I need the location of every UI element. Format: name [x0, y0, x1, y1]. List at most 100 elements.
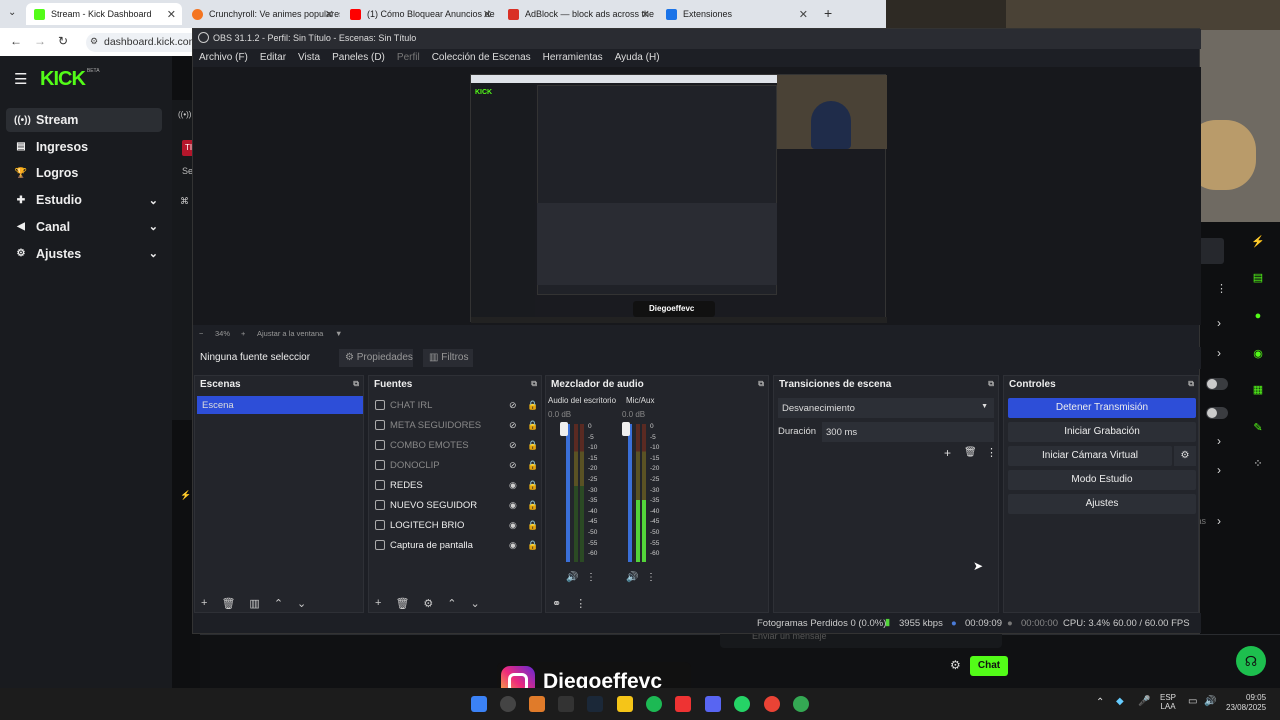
menu-item[interactable]: Editar: [260, 49, 286, 67]
whatsapp-taskbar-icon[interactable]: [734, 696, 750, 712]
close-tab-icon[interactable]: ✕: [325, 8, 334, 21]
zoom-in-button[interactable]: +: [241, 329, 245, 338]
eye-hidden-icon[interactable]: ⊘: [509, 440, 517, 451]
trash-icon[interactable]: 🗑: [221, 597, 235, 610]
gear-icon[interactable]: ⚙: [423, 597, 433, 610]
chat-settings-gear-icon[interactable]: ⚙: [950, 658, 961, 672]
obs-taskbar-icon[interactable]: [500, 696, 516, 712]
chevron-right-icon[interactable]: ›: [1217, 346, 1221, 360]
speaker-icon[interactable]: 🔊: [566, 572, 578, 583]
eye-icon[interactable]: ◉: [509, 500, 517, 511]
undock-icon[interactable]: ⧉: [758, 379, 764, 389]
volume-slider-track[interactable]: [566, 424, 570, 562]
down-arrow-icon[interactable]: ⌄: [471, 597, 480, 610]
chat-send-button[interactable]: Chat: [970, 656, 1008, 676]
chevron-down-icon[interactable]: ⌄: [149, 194, 158, 207]
chevron-right-icon[interactable]: ›: [1217, 514, 1221, 528]
up-arrow-icon[interactable]: ⌃: [447, 597, 456, 610]
source-item[interactable]: META SEGUIDORES ⊘ 🔒: [375, 416, 538, 434]
chevron-down-icon[interactable]: ⌄: [149, 247, 158, 260]
speaker-icon[interactable]: 🔊: [626, 572, 638, 583]
add-icon[interactable]: +: [944, 446, 951, 460]
tab-youtube[interactable]: (1) Cómo Bloquear Anuncios de ✕: [342, 3, 498, 25]
discord-taskbar-icon[interactable]: [705, 696, 721, 712]
sidebar-item-canal[interactable]: ◀ Canal ⌄: [6, 215, 162, 239]
tab-crunchyroll[interactable]: Crunchyroll: Ve animes populares ✕: [184, 3, 340, 25]
source-item[interactable]: REDES ◉ 🔒: [375, 476, 538, 494]
close-tab-icon[interactable]: ✕: [167, 8, 176, 21]
windows-start-icon[interactable]: [471, 696, 487, 712]
chat-bubble-icon[interactable]: ●: [1246, 305, 1270, 327]
network-icon[interactable]: ▭: [1188, 696, 1197, 707]
eye-hidden-icon[interactable]: ⊘: [509, 400, 517, 411]
duration-spinbox[interactable]: 300 ms: [822, 422, 994, 442]
folder-taskbar-icon[interactable]: [617, 696, 633, 712]
add-icon[interactable]: +: [201, 597, 207, 610]
sidebar-item-estudio[interactable]: ✚ Estudio ⌄: [6, 188, 162, 212]
kebab-menu-icon[interactable]: ⋮: [586, 572, 596, 583]
chrome-profile-taskbar-icon[interactable]: [793, 696, 809, 712]
trash-icon[interactable]: 🗑: [395, 597, 409, 610]
chevron-right-icon[interactable]: ›: [1217, 316, 1221, 330]
zoom-out-button[interactable]: −: [199, 329, 203, 338]
start-recording-button[interactable]: Iniciar Grabación: [1008, 422, 1196, 442]
undock-icon[interactable]: ⧉: [353, 379, 359, 389]
more-vertical-icon[interactable]: ⋮: [1216, 282, 1227, 295]
properties-button[interactable]: ⚙ Propiedades: [339, 349, 413, 367]
hamburger-menu-icon[interactable]: ☰: [14, 70, 27, 88]
chevron-right-icon[interactable]: ›: [1217, 463, 1221, 477]
volume-slider-track[interactable]: [628, 424, 632, 562]
chevron-down-icon[interactable]: ▼: [335, 329, 342, 338]
steam-taskbar-icon[interactable]: [587, 696, 603, 712]
back-arrow-icon[interactable]: ←: [10, 34, 22, 48]
close-tab-icon[interactable]: ✕: [641, 8, 650, 21]
reload-icon[interactable]: ↻: [58, 34, 68, 48]
document-icon[interactable]: ▤: [1246, 267, 1270, 289]
transition-select[interactable]: Desvanecimiento ▼: [778, 398, 994, 418]
scene-item[interactable]: Escena: [197, 396, 363, 414]
chevron-right-icon[interactable]: ›: [1217, 434, 1221, 448]
address-bar[interactable]: dashboard.kick.com/s: [86, 33, 200, 52]
source-item[interactable]: LOGITECH BRIO ◉ 🔒: [375, 516, 538, 534]
sidebar-item-ingresos[interactable]: ▤ Ingresos: [6, 135, 162, 159]
lock-icon[interactable]: 🔒: [527, 500, 538, 511]
app-taskbar-icon[interactable]: [675, 696, 691, 712]
tray-icon[interactable]: ◆: [1116, 696, 1124, 707]
nodes-icon[interactable]: ⁘: [1246, 453, 1270, 475]
source-item[interactable]: NUEVO SEGUIDOR ◉ 🔒: [375, 496, 538, 514]
zoom-fit-select[interactable]: Ajustar a la ventana: [257, 329, 323, 338]
layout-icon[interactable]: ▦: [1246, 379, 1270, 401]
volume-slider-handle[interactable]: [622, 422, 630, 436]
settings-button[interactable]: Ajustes: [1008, 494, 1196, 514]
forward-arrow-icon[interactable]: →: [34, 34, 46, 48]
undock-icon[interactable]: ⧉: [531, 379, 537, 389]
sidebar-item-logros[interactable]: 🏆 Logros: [6, 161, 162, 185]
add-icon[interactable]: +: [375, 597, 381, 610]
virtual-camera-settings-gear-icon[interactable]: ⚙: [1174, 446, 1196, 466]
lock-icon[interactable]: 🔒: [527, 480, 538, 491]
chevron-up-icon[interactable]: ⌃: [1096, 697, 1104, 708]
menu-item[interactable]: Perfil: [397, 49, 420, 67]
undock-icon[interactable]: ⧉: [1188, 379, 1194, 389]
kick-logo[interactable]: KICK BETA: [40, 68, 100, 91]
eye-hidden-icon[interactable]: ⊘: [509, 420, 517, 431]
undock-icon[interactable]: ⧉: [988, 379, 994, 389]
app-taskbar-icon[interactable]: [558, 696, 574, 712]
obs-preview[interactable]: KICK Diegoeffevc: [193, 67, 1201, 325]
lock-icon[interactable]: 🔒: [527, 540, 538, 551]
trash-icon[interactable]: 🗑: [964, 447, 977, 458]
filter-icon[interactable]: ▥: [249, 597, 259, 610]
lock-icon[interactable]: 🔒: [527, 440, 538, 451]
volume-slider-handle[interactable]: [560, 422, 568, 436]
source-item[interactable]: Captura de pantalla ◉ 🔒: [375, 536, 538, 554]
spotify-taskbar-icon[interactable]: [646, 696, 662, 712]
eye-icon[interactable]: ◉: [509, 540, 517, 551]
lock-icon[interactable]: 🔒: [527, 520, 538, 531]
support-headset-icon[interactable]: ☊: [1236, 646, 1266, 676]
link-icon[interactable]: ⚭: [552, 597, 561, 610]
source-item[interactable]: CHAT IRL ⊘ 🔒: [375, 396, 538, 414]
broadcast-icon[interactable]: ◉: [1246, 343, 1270, 365]
source-item[interactable]: COMBO EMOTES ⊘ 🔒: [375, 436, 538, 454]
close-tab-icon[interactable]: ✕: [483, 8, 492, 21]
tab-adblock[interactable]: AdBlock — block ads across the ✕: [500, 3, 656, 25]
